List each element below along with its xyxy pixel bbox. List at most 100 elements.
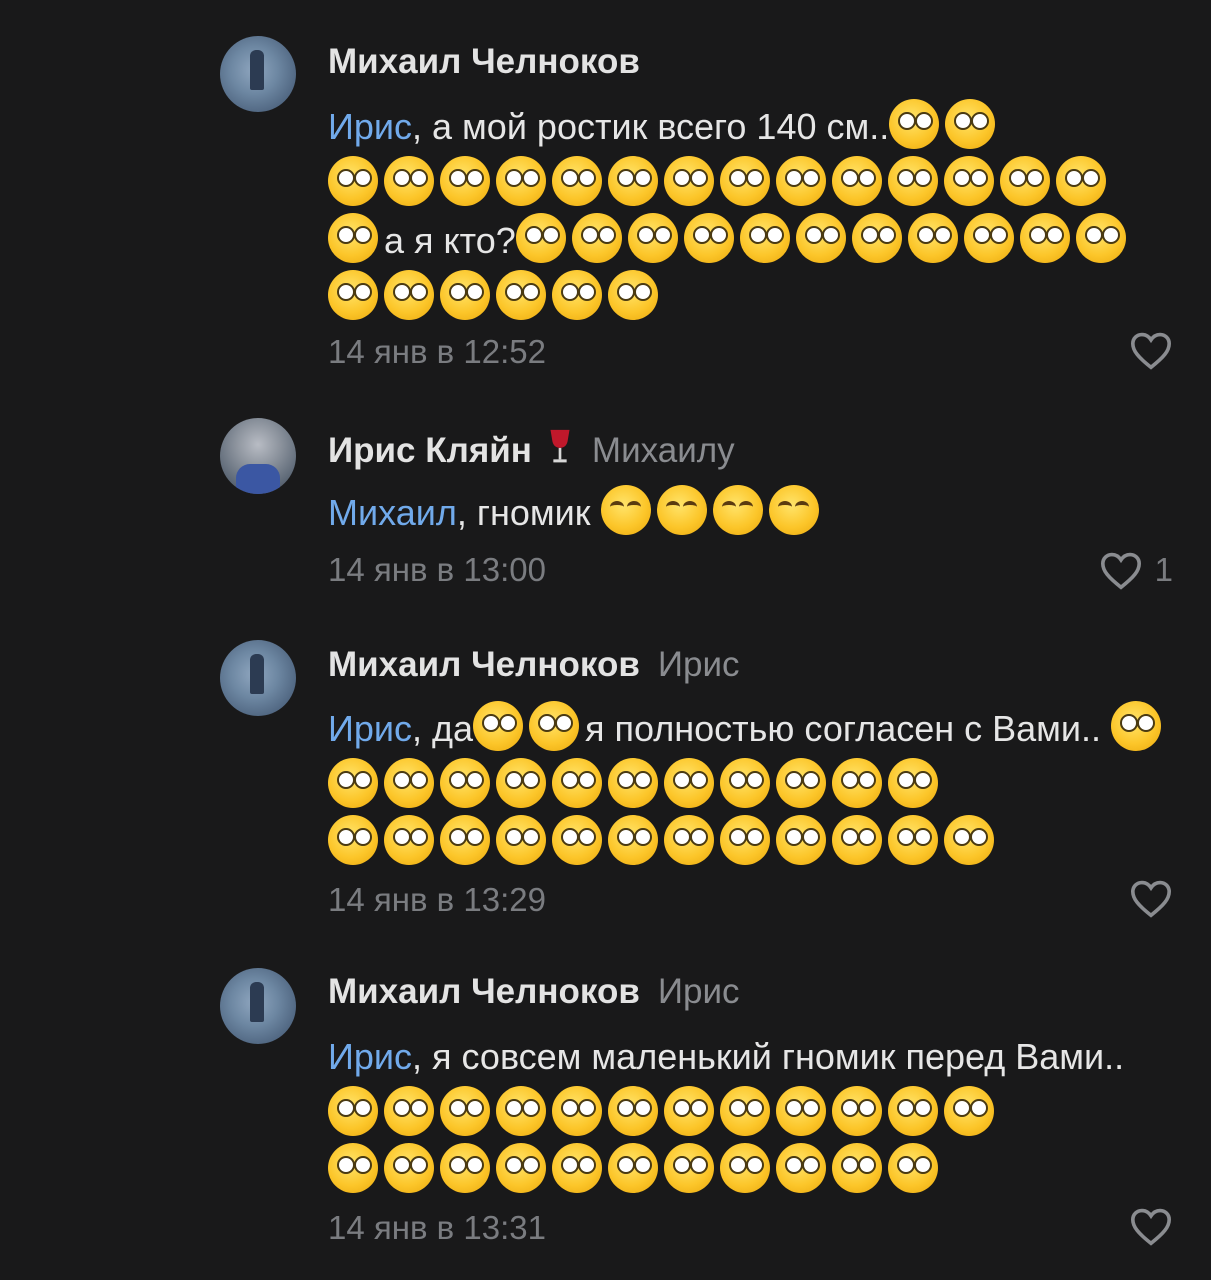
flushed-face-icon: [608, 1143, 658, 1193]
flushed-face-icon: [832, 758, 882, 808]
comment-timestamp[interactable]: 14 янв в 13:00: [328, 550, 546, 590]
flushed-face-icon: [496, 758, 546, 808]
comment-text: Ирис, я совсем маленький гномик перед Ва…: [328, 1028, 1168, 1199]
flushed-face-icon: [328, 1143, 378, 1193]
avatar[interactable]: [220, 640, 296, 716]
tears-of-joy-face-icon: [656, 485, 707, 535]
flushed-face-icon: [944, 815, 994, 865]
flushed-face-icon: [776, 156, 826, 206]
flushed-face-icon: [328, 213, 378, 263]
smiling-face-icon: [768, 485, 819, 535]
flushed-face-icon: [328, 156, 378, 206]
comment-timestamp[interactable]: 14 янв в 12:52: [328, 332, 546, 372]
flushed-face-icon: [384, 1143, 434, 1193]
comment-text-part: , гномик: [456, 492, 591, 533]
flushed-face-icon: [515, 213, 566, 263]
flushed-face-icon: [888, 758, 938, 808]
flushed-face-icon: [328, 758, 378, 808]
flushed-face-icon: [776, 1086, 826, 1136]
flushed-face-icon: [1075, 213, 1126, 263]
flushed-face-icon: [608, 758, 658, 808]
flushed-face-icon: [664, 815, 714, 865]
reply-to-name[interactable]: Ирис: [658, 645, 740, 684]
flushed-face-icon: [1019, 213, 1070, 263]
mention-link[interactable]: Михаил: [328, 492, 457, 533]
flushed-face-icon: [776, 758, 826, 808]
flushed-face-icon: [440, 1143, 490, 1193]
avatar[interactable]: [220, 968, 296, 1044]
flushed-face-icon: [664, 1086, 714, 1136]
flushed-face-icon: [944, 1086, 994, 1136]
heart-icon: [1100, 552, 1141, 590]
comment-timestamp[interactable]: 14 янв в 13:29: [328, 880, 546, 920]
flushed-face-icon: [529, 701, 580, 751]
reply-to-name[interactable]: Ирис: [658, 972, 740, 1011]
flushed-face-icon: [384, 270, 434, 320]
flushed-face-icon: [1000, 156, 1050, 206]
flushed-face-icon: [776, 1143, 826, 1193]
flushed-face-icon: [720, 758, 770, 808]
grinning-face-icon: [600, 485, 651, 535]
like-button[interactable]: [1129, 878, 1173, 918]
smiling-face-icon: [712, 485, 763, 535]
flushed-face-icon: [384, 156, 434, 206]
author-name[interactable]: Ирис Кляйн: [328, 431, 532, 470]
like-button[interactable]: [1129, 330, 1173, 370]
flushed-face-icon: [440, 156, 490, 206]
flushed-face-icon: [328, 1086, 378, 1136]
flushed-face-icon: [496, 815, 546, 865]
flushed-face-icon: [608, 1086, 658, 1136]
flushed-face-icon: [720, 1143, 770, 1193]
flushed-face-icon: [440, 758, 490, 808]
flushed-face-icon: [384, 1086, 434, 1136]
flushed-face-icon: [720, 1086, 770, 1136]
mention-link[interactable]: Ирис: [328, 106, 412, 147]
like-count: 1: [1154, 551, 1173, 588]
flushed-face-icon: [384, 758, 434, 808]
flushed-face-icon: [1111, 701, 1162, 751]
like-button[interactable]: 1: [1099, 550, 1173, 590]
comment-header: Михаил Челноков Ирис: [328, 972, 740, 1012]
flushed-face-icon: [608, 156, 658, 206]
avatar[interactable]: [220, 418, 296, 494]
flushed-face-icon: [496, 270, 546, 320]
mention-link[interactable]: Ирис: [328, 708, 412, 749]
flushed-face-icon: [888, 1143, 938, 1193]
flushed-face-icon: [328, 815, 378, 865]
comment-text: Михаил, гномик: [328, 484, 1168, 541]
flushed-face-icon: [888, 815, 938, 865]
mention-link[interactable]: Ирис: [328, 1036, 412, 1077]
flushed-face-icon: [627, 213, 678, 263]
flushed-face-icon: [608, 270, 658, 320]
flushed-face-icon: [571, 213, 622, 263]
flushed-face-icon: [720, 815, 770, 865]
comment-text-part: я полностью согласен с Вами..: [585, 708, 1102, 749]
comment-text-part: , а мой ростик всего 140 см..: [412, 106, 890, 147]
comment-timestamp[interactable]: 14 янв в 13:31: [328, 1208, 546, 1248]
flushed-face-icon: [384, 815, 434, 865]
flushed-face-icon: [552, 156, 602, 206]
heart-icon: [1130, 880, 1172, 918]
flushed-face-icon: [832, 1143, 882, 1193]
like-button[interactable]: [1129, 1206, 1173, 1246]
flushed-face-icon: [683, 213, 734, 263]
reply-to-name[interactable]: Михаилу: [592, 431, 735, 470]
flushed-face-icon: [851, 213, 902, 263]
author-name[interactable]: Михаил Челноков: [328, 645, 640, 684]
wine-glass-icon: [546, 428, 574, 475]
flushed-face-icon: [888, 156, 938, 206]
author-name[interactable]: Михаил Челноков: [328, 972, 640, 1011]
avatar[interactable]: [220, 36, 296, 112]
flushed-face-icon: [473, 701, 524, 751]
comment-text: Ирис, да я полностью согласен с Вами..: [328, 700, 1168, 871]
flushed-face-icon: [552, 815, 602, 865]
flushed-face-icon: [944, 156, 994, 206]
flushed-face-icon: [832, 815, 882, 865]
flushed-face-icon: [720, 156, 770, 206]
comment-header: Ирис Кляйн Михаилу: [328, 428, 735, 475]
flushed-face-icon: [440, 270, 490, 320]
flushed-face-icon: [888, 1086, 938, 1136]
author-name[interactable]: Михаил Челноков: [328, 42, 640, 81]
flushed-face-icon: [739, 213, 790, 263]
flushed-face-icon: [664, 758, 714, 808]
